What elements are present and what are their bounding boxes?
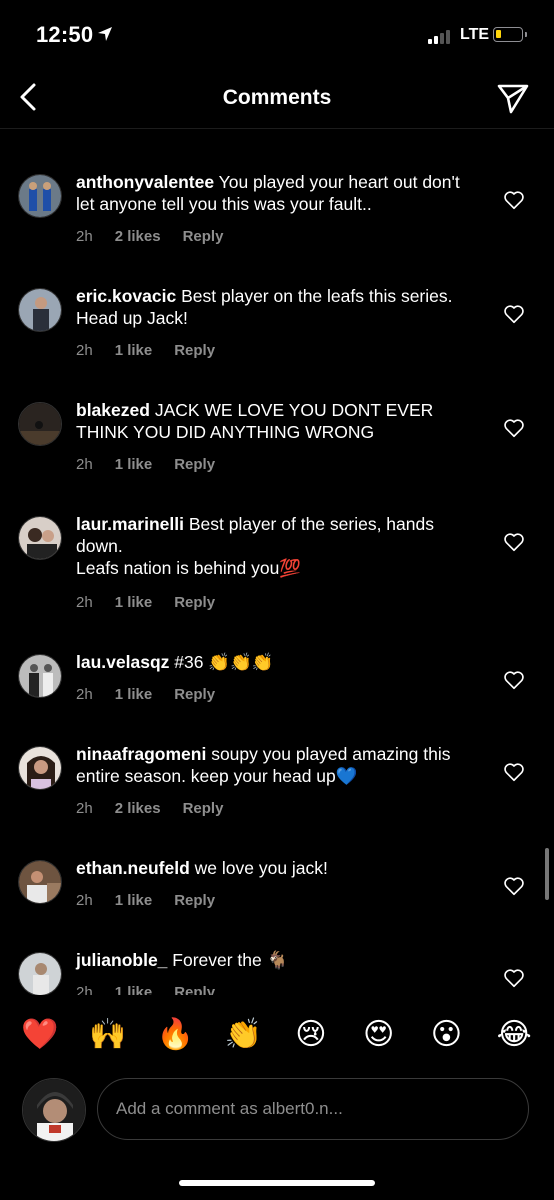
comment-likes[interactable]: 1 like [115, 456, 153, 473]
scrollbar[interactable] [545, 848, 549, 900]
status-bar: 12:50 LTE [0, 0, 554, 70]
comment-username[interactable]: blakezed [76, 400, 150, 420]
location-arrow-icon [98, 27, 112, 41]
comment-meta: 2h 2 likes Reply [76, 228, 245, 245]
heart-icon[interactable] [503, 875, 525, 897]
comment-username[interactable]: lau.velasqz [76, 652, 169, 672]
comment-username[interactable]: eric.kovacic [76, 286, 176, 306]
comment-text: ethan.neufeld we love you jack! [76, 857, 476, 879]
emoji-crying[interactable]: 😢 [287, 1017, 335, 1052]
send-paper-plane-icon[interactable] [496, 82, 530, 114]
comment-likes[interactable]: 2 likes [115, 228, 161, 245]
reply-button[interactable]: Reply [174, 892, 215, 909]
comment-likes[interactable]: 1 like [115, 892, 153, 909]
comment-content: #36 👏👏👏 [174, 652, 274, 672]
comment-text: eric.kovacic Best player on the leafs th… [76, 285, 476, 329]
avatar[interactable] [18, 288, 62, 332]
comment-text: blakezed JACK WE LOVE YOU DONT EVER THIN… [76, 399, 476, 443]
comment-likes[interactable]: 1 like [115, 594, 153, 611]
comment-text: laur.marinelli Best player of the series… [76, 513, 476, 579]
comment-meta: 2h 1 like Reply [76, 984, 237, 995]
reply-button[interactable]: Reply [174, 456, 215, 473]
home-indicator[interactable] [179, 1180, 375, 1186]
header-bar: Comments [0, 70, 554, 129]
comment-likes[interactable]: 2 likes [115, 800, 161, 817]
avatar[interactable] [18, 654, 62, 698]
comment-time: 2h [76, 342, 93, 359]
comment-username[interactable]: anthonyvalentee [76, 172, 214, 192]
comment-meta: 2h 2 likes Reply [76, 800, 245, 817]
avatar[interactable] [18, 516, 62, 560]
heart-icon[interactable] [503, 967, 525, 989]
comment-composer: Add a comment as albert0.n... [0, 1076, 554, 1146]
comment-time: 2h [76, 892, 93, 909]
comment-username[interactable]: ethan.neufeld [76, 858, 190, 878]
heart-icon[interactable] [503, 303, 525, 325]
heart-icon[interactable] [503, 669, 525, 691]
heart-icon[interactable] [503, 761, 525, 783]
comment-content-line2: Leafs nation is behind you💯 [76, 558, 302, 578]
reply-button[interactable]: Reply [174, 594, 215, 611]
avatar[interactable] [18, 174, 62, 218]
heart-icon[interactable] [503, 189, 525, 211]
emoji-heart-eyes[interactable]: 😍 [355, 1017, 403, 1052]
emoji-surprised[interactable]: 😮 [422, 1017, 470, 1052]
avatar[interactable] [18, 746, 62, 790]
avatar[interactable] [18, 860, 62, 904]
comment-time: 2h [76, 228, 93, 245]
current-user-avatar[interactable] [22, 1078, 86, 1142]
comment-meta: 2h 1 like Reply [76, 342, 237, 359]
emoji-heart[interactable]: ❤️ [16, 1017, 64, 1052]
comment-username[interactable]: ninaafragomeni [76, 744, 206, 764]
comment-input-placeholder: Add a comment as albert0.n... [116, 1099, 343, 1118]
emoji-fire[interactable]: 🔥 [151, 1017, 199, 1052]
comment-input[interactable]: Add a comment as albert0.n... [97, 1078, 529, 1140]
comment-meta: 2h 1 like Reply [76, 594, 237, 611]
emoji-raised-hands[interactable]: 🙌 [84, 1017, 132, 1052]
comment-username[interactable]: julianoble_ [76, 950, 167, 970]
reply-button[interactable]: Reply [183, 228, 224, 245]
reply-button[interactable]: Reply [174, 342, 215, 359]
heart-icon[interactable] [503, 417, 525, 439]
comment-time: 2h [76, 686, 93, 703]
status-time: 12:50 [36, 22, 94, 47]
reply-button[interactable]: Reply [174, 686, 215, 703]
comment-likes[interactable]: 1 like [115, 686, 153, 703]
comment-time: 2h [76, 984, 93, 995]
avatar[interactable] [18, 952, 62, 995]
comment-content: Forever the 🐐 [172, 950, 289, 970]
reply-button[interactable]: Reply [183, 800, 224, 817]
comment-text: julianoble_ Forever the 🐐 [76, 949, 476, 971]
comment-meta: 2h 1 like Reply [76, 892, 237, 909]
network-type: LTE [460, 26, 490, 43]
comments-list[interactable]: anthonyvalentee You played your heart ou… [0, 129, 554, 995]
comment-content: we love you jack! [194, 858, 328, 878]
comment-text: ninaafragomeni soupy you played amazing … [76, 743, 476, 787]
heart-icon[interactable] [503, 531, 525, 553]
comment-time: 2h [76, 456, 93, 473]
comment-likes[interactable]: 1 like [115, 342, 153, 359]
reply-button[interactable]: Reply [174, 984, 215, 995]
comment-meta: 2h 1 like Reply [76, 456, 237, 473]
emoji-reaction-bar: ❤️ 🙌 🔥 👏 😢 😍 😮 😂 [0, 1008, 554, 1060]
page-title: Comments [222, 86, 332, 109]
comment-likes[interactable]: 1 like [115, 984, 153, 995]
emoji-laughing[interactable]: 😂 [490, 1017, 538, 1052]
comment-text: anthonyvalentee You played your heart ou… [76, 171, 476, 215]
comment-time: 2h [76, 594, 93, 611]
comment-text: lau.velasqz #36 👏👏👏 [76, 651, 476, 673]
comment-time: 2h [76, 800, 93, 817]
cell-signal-icon [428, 28, 450, 44]
battery-icon [493, 27, 527, 42]
avatar[interactable] [18, 402, 62, 446]
comment-meta: 2h 1 like Reply [76, 686, 237, 703]
comment-username[interactable]: laur.marinelli [76, 514, 184, 534]
emoji-clap[interactable]: 👏 [219, 1017, 267, 1052]
